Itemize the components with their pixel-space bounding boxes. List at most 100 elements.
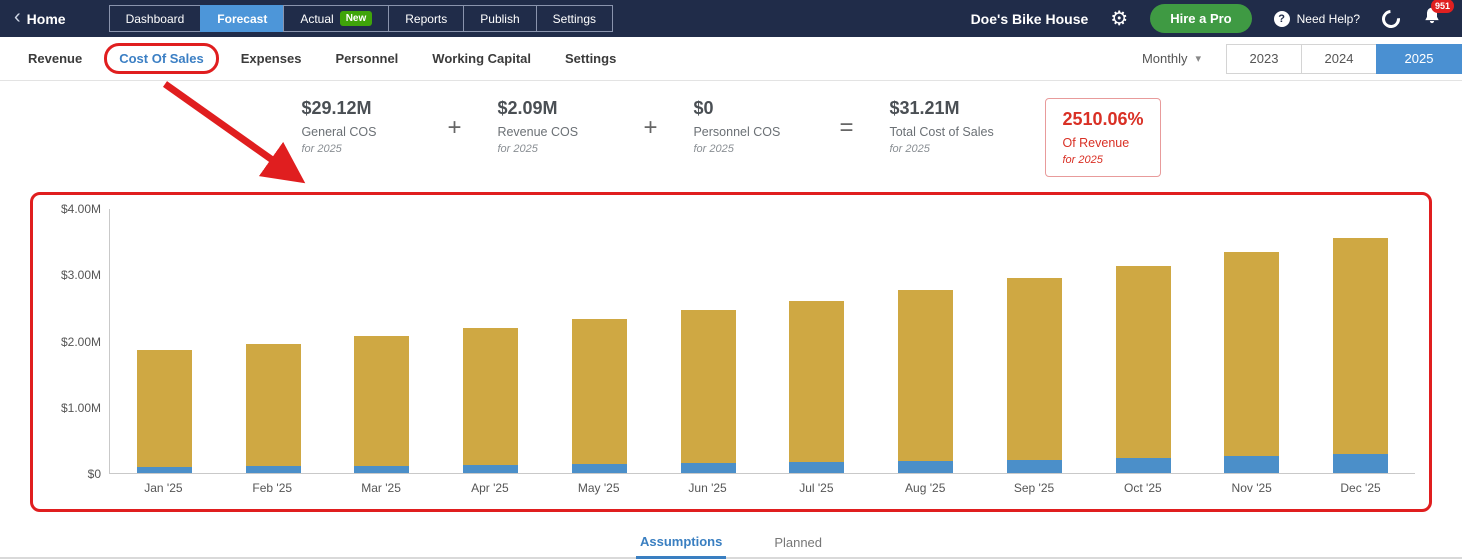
chart-y-axis: $4.00M $3.00M $2.00M $1.00M $0 (60, 202, 101, 481)
cos-stacked-bar-chart: $4.00M $3.00M $2.00M $1.00M $0 Jan '25 Feb '2… (43, 202, 1415, 501)
revenue-cos-segment[interactable] (1224, 456, 1280, 473)
bar-column[interactable] (436, 209, 545, 473)
bar-column[interactable] (871, 209, 980, 473)
bar-column[interactable] (654, 209, 763, 473)
revenue-cos-segment[interactable] (1006, 459, 1062, 473)
subnav-item-working-capital[interactable]: Working Capital (432, 51, 531, 66)
stacked-bar[interactable] (463, 327, 519, 473)
year-tab-2023[interactable]: 2023 (1226, 43, 1302, 74)
of-revenue-period: for 2025 (1062, 154, 1103, 166)
stacked-bar[interactable] (680, 310, 736, 473)
general-cos-segment[interactable] (680, 310, 736, 464)
summary-general-cos: $29.12M General COS for 2025 (301, 98, 411, 155)
bar-column[interactable] (763, 209, 872, 473)
general-cos-segment[interactable] (354, 335, 410, 466)
subnav-items: Revenue Cost Of Sales Expenses Personnel… (28, 43, 616, 74)
year-tab-2024[interactable]: 2024 (1301, 43, 1377, 74)
tab-assumptions[interactable]: Assumptions (635, 527, 727, 559)
general-cos-segment[interactable] (898, 290, 954, 462)
revenue-cos-segment[interactable] (1333, 454, 1389, 473)
revenue-cos-segment[interactable] (463, 465, 519, 473)
stacked-bar[interactable] (1115, 265, 1171, 473)
period-dropdown[interactable]: Monthly ▾ (1142, 51, 1201, 66)
tab-actual-label: Actual (300, 11, 334, 26)
subnav-item-personnel[interactable]: Personnel (335, 51, 398, 66)
stacked-bar[interactable] (1333, 237, 1389, 473)
stacked-bar[interactable] (1224, 252, 1280, 473)
x-tick-label: Jun '25 (688, 481, 727, 495)
general-cos-segment[interactable] (1333, 237, 1389, 455)
home-label: Home (26, 10, 66, 27)
general-cos-segment[interactable] (1006, 278, 1062, 460)
general-cos-segment[interactable] (463, 327, 519, 466)
period-label: Monthly (1141, 51, 1188, 66)
bar-column[interactable] (1089, 209, 1198, 473)
bar-column[interactable] (1306, 209, 1415, 473)
x-tick-label: Jul '25 (799, 481, 834, 495)
tab-forecast[interactable]: Forecast (200, 5, 285, 32)
general-cos-segment[interactable] (245, 343, 301, 467)
general-cos-segment[interactable] (136, 349, 192, 468)
notifications-button[interactable]: 951 (1422, 0, 1454, 31)
year-tab-2025[interactable]: 2025 (1376, 43, 1462, 74)
stacked-bar[interactable] (898, 290, 954, 473)
revenue-cos-segment[interactable] (571, 463, 627, 473)
sync-spinner-icon[interactable] (1378, 5, 1404, 32)
tab-planned[interactable]: Planned (770, 528, 826, 557)
x-tick-label: Mar '25 (361, 481, 401, 495)
stacked-bar[interactable] (571, 319, 627, 473)
stacked-bar[interactable] (245, 343, 301, 473)
total-cos-period: for 2025 (889, 143, 930, 155)
home-button[interactable]: ‹ Home (14, 7, 66, 27)
stacked-bar[interactable] (354, 335, 410, 473)
tab-publish[interactable]: Publish (463, 5, 537, 32)
x-tick-label: Jan '25 (144, 481, 183, 495)
bottom-tab-bar: Assumptions Planned (0, 528, 1462, 559)
general-cos-segment[interactable] (571, 319, 627, 464)
revenue-cos-segment[interactable] (354, 465, 410, 473)
bar-column[interactable] (328, 209, 437, 473)
revenue-cos-segment[interactable] (245, 466, 301, 473)
bar-column[interactable] (219, 209, 328, 473)
gear-icon[interactable]: ⚙ (1110, 9, 1128, 29)
general-cos-segment[interactable] (789, 300, 845, 462)
subnav-item-cost-of-sales[interactable]: Cost Of Sales (104, 43, 219, 74)
chevron-down-icon: ▾ (1195, 53, 1201, 65)
stacked-bar[interactable] (136, 349, 192, 473)
general-cos-segment[interactable] (1224, 252, 1280, 457)
bar-column[interactable] (110, 209, 219, 473)
tab-settings[interactable]: Settings (535, 5, 613, 32)
general-cos-segment[interactable] (1115, 265, 1171, 459)
tab-dashboard-label: Dashboard (125, 11, 185, 26)
tab-reports[interactable]: Reports (388, 5, 465, 32)
chart-x-axis-labels: Jan '25 Feb '25 Mar '25 Apr '25 May '25 Jun '… (109, 481, 1415, 495)
summary-personnel-cos: $0 Personnel COS for 2025 (693, 98, 803, 155)
revenue-cos-segment[interactable] (898, 461, 954, 473)
subnav-item-expenses[interactable]: Expenses (241, 51, 302, 66)
need-help-button[interactable]: ? Need Help? (1273, 10, 1360, 27)
need-help-label: Need Help? (1296, 11, 1360, 26)
tab-actual[interactable]: Actual New (283, 5, 390, 32)
revenue-cos-segment[interactable] (136, 467, 192, 473)
general-cos-label: General COS (301, 125, 377, 139)
company-name: Doe's Bike House (970, 10, 1089, 27)
bar-column[interactable] (980, 209, 1089, 473)
subnav-item-revenue[interactable]: Revenue (28, 51, 82, 66)
bar-column[interactable] (1198, 209, 1307, 473)
of-revenue-value: 2510.06% (1062, 109, 1144, 129)
revenue-cos-value: $2.09M (497, 98, 558, 118)
revenue-cos-segment[interactable] (1115, 458, 1171, 473)
revenue-cos-segment[interactable] (789, 461, 845, 473)
x-tick-label: May '25 (577, 481, 620, 495)
bar-column[interactable] (545, 209, 654, 473)
hire-a-pro-button[interactable]: Hire a Pro (1150, 4, 1252, 33)
general-cos-period: for 2025 (301, 143, 342, 155)
revenue-cos-segment[interactable] (680, 463, 736, 473)
tab-dashboard[interactable]: Dashboard (108, 5, 202, 32)
x-tick-label: Sep '25 (1013, 481, 1055, 495)
stacked-bar[interactable] (1006, 278, 1062, 473)
stacked-bar[interactable] (789, 300, 845, 473)
tab-forecast-label: Forecast (217, 11, 268, 26)
x-tick-label: Aug '25 (905, 481, 946, 495)
subnav-item-settings[interactable]: Settings (565, 51, 616, 66)
